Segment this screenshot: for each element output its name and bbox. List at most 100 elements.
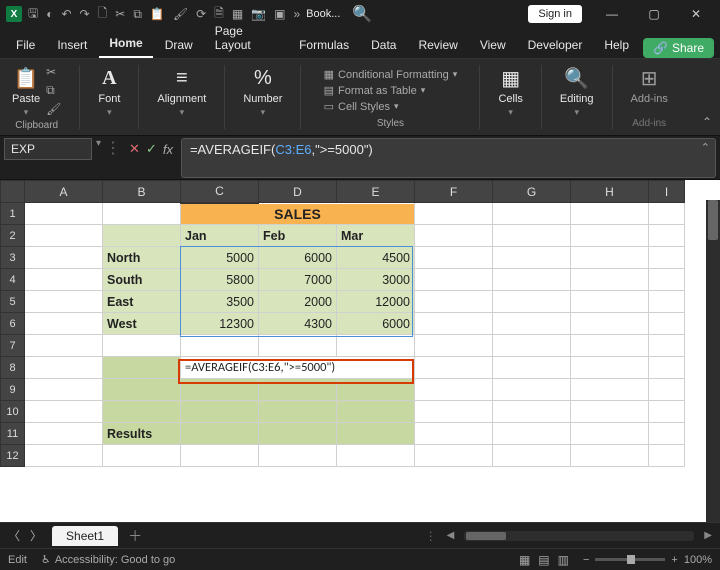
next-sheet-icon[interactable]: 〉 xyxy=(30,527,42,544)
cell-H10[interactable] xyxy=(571,401,649,423)
cell-E11[interactable] xyxy=(337,423,415,445)
cell-B12[interactable] xyxy=(103,445,181,467)
cell-I10[interactable] xyxy=(649,401,685,423)
row-header-4[interactable]: 4 xyxy=(1,269,25,291)
cell-F3[interactable] xyxy=(415,247,493,269)
cell-A7[interactable] xyxy=(25,335,103,357)
cell-G12[interactable] xyxy=(493,445,571,467)
row-header-5[interactable]: 5 xyxy=(1,291,25,313)
cell-H9[interactable] xyxy=(571,379,649,401)
cell-I11[interactable] xyxy=(649,423,685,445)
addins-button[interactable]: ⊞Add-ins xyxy=(631,65,668,105)
cell-D5[interactable]: 2000 xyxy=(259,291,337,313)
row-header-7[interactable]: 7 xyxy=(1,335,25,357)
cell-A6[interactable] xyxy=(25,313,103,335)
col-header-E[interactable]: E xyxy=(337,181,415,203)
cut-icon[interactable]: ✂ xyxy=(46,65,61,79)
cell-E10[interactable] xyxy=(337,401,415,423)
tab-review[interactable]: Review xyxy=(408,32,467,58)
tab-page-layout[interactable]: Page Layout xyxy=(205,18,287,58)
document-title[interactable]: Book... xyxy=(306,8,340,20)
cell-G10[interactable] xyxy=(493,401,571,423)
cell-A11[interactable] xyxy=(25,423,103,445)
add-sheet-icon[interactable]: ＋ xyxy=(128,526,142,546)
row-header-1[interactable]: 1 xyxy=(1,203,25,225)
cell-D3[interactable]: 6000 xyxy=(259,247,337,269)
cell-styles-button[interactable]: ▭Cell Styles▾ xyxy=(324,100,458,113)
cell-B4[interactable]: South xyxy=(103,269,181,291)
cell-D6[interactable]: 4300 xyxy=(259,313,337,335)
cell-A2[interactable] xyxy=(25,225,103,247)
cut-icon[interactable]: ✂ xyxy=(115,7,125,21)
row-header-12[interactable]: 12 xyxy=(1,445,25,467)
vertical-scrollbar[interactable] xyxy=(706,200,720,522)
format-as-table-button[interactable]: ▤Format as Table▾ xyxy=(324,84,458,97)
cell-A12[interactable] xyxy=(25,445,103,467)
cell-F1[interactable] xyxy=(415,203,493,225)
cell-F8[interactable] xyxy=(415,357,493,379)
cell-C10[interactable] xyxy=(181,401,259,423)
cell-D10[interactable] xyxy=(259,401,337,423)
page-break-view-icon[interactable]: ▥ xyxy=(558,553,569,567)
fx-icon[interactable]: fx xyxy=(163,142,173,157)
cell-H5[interactable] xyxy=(571,291,649,313)
tab-view[interactable]: View xyxy=(470,32,516,58)
cell-A10[interactable] xyxy=(25,401,103,423)
cell-D2[interactable]: Feb xyxy=(259,225,337,247)
cell-F4[interactable] xyxy=(415,269,493,291)
cell-B11[interactable]: Results xyxy=(103,423,181,445)
cell-E3[interactable]: 4500 xyxy=(337,247,415,269)
cell-A3[interactable] xyxy=(25,247,103,269)
cell-I1[interactable] xyxy=(649,203,685,225)
cell-H12[interactable] xyxy=(571,445,649,467)
select-all-cell[interactable] xyxy=(1,181,25,203)
scroll-thumb[interactable] xyxy=(466,532,506,540)
cell-G5[interactable] xyxy=(493,291,571,313)
format-painter-icon[interactable]: 🖌 xyxy=(173,7,188,21)
cancel-icon[interactable]: ✕ xyxy=(129,141,140,157)
cell-E9[interactable] xyxy=(337,379,415,401)
cell-B8[interactable] xyxy=(103,357,181,379)
cell-C2[interactable]: Jan xyxy=(181,225,259,247)
cell-D7[interactable] xyxy=(259,335,337,357)
tab-home[interactable]: Home xyxy=(99,30,152,58)
cell-B9[interactable] xyxy=(103,379,181,401)
cell-B10[interactable] xyxy=(103,401,181,423)
redo-icon[interactable]: ↷ xyxy=(80,7,90,21)
col-header-A[interactable]: A xyxy=(25,181,103,203)
cell-G6[interactable] xyxy=(493,313,571,335)
horizontal-scrollbar[interactable] xyxy=(464,531,694,541)
format-painter-icon[interactable]: 🖌 xyxy=(46,102,61,116)
cell-D4[interactable]: 7000 xyxy=(259,269,337,291)
cell-B1[interactable] xyxy=(103,203,181,225)
scroll-thumb[interactable] xyxy=(708,200,718,240)
cell-A9[interactable] xyxy=(25,379,103,401)
cell-C11[interactable] xyxy=(181,423,259,445)
hscroll-right-icon[interactable]: ▶ xyxy=(704,530,712,541)
number-button[interactable]: %Number▾ xyxy=(243,65,282,118)
row-header-3[interactable]: 3 xyxy=(1,247,25,269)
cell-B2[interactable] xyxy=(103,225,181,247)
paste-button[interactable]: 📋 Paste ▾ xyxy=(12,65,40,118)
col-header-B[interactable]: B xyxy=(103,181,181,203)
col-header-D[interactable]: D xyxy=(259,181,337,203)
cell-I2[interactable] xyxy=(649,225,685,247)
cell-H3[interactable] xyxy=(571,247,649,269)
cell-F11[interactable] xyxy=(415,423,493,445)
cell-G7[interactable] xyxy=(493,335,571,357)
cell-I4[interactable] xyxy=(649,269,685,291)
cell-D11[interactable] xyxy=(259,423,337,445)
cell-I8[interactable] xyxy=(649,357,685,379)
cell-D12[interactable] xyxy=(259,445,337,467)
col-header-C[interactable]: C xyxy=(181,181,259,203)
maximize-icon[interactable]: ▢ xyxy=(636,0,672,28)
cell-A5[interactable] xyxy=(25,291,103,313)
more-icon[interactable]: » xyxy=(293,7,300,21)
cell-I12[interactable] xyxy=(649,445,685,467)
save-icon[interactable]: 🖫 xyxy=(28,4,38,25)
cell-C1[interactable]: SALES xyxy=(181,203,415,225)
row-header-2[interactable]: 2 xyxy=(1,225,25,247)
expand-formula-icon[interactable]: ⌃ xyxy=(701,141,710,154)
cell-C9[interactable] xyxy=(181,379,259,401)
row-header-11[interactable]: 11 xyxy=(1,423,25,445)
